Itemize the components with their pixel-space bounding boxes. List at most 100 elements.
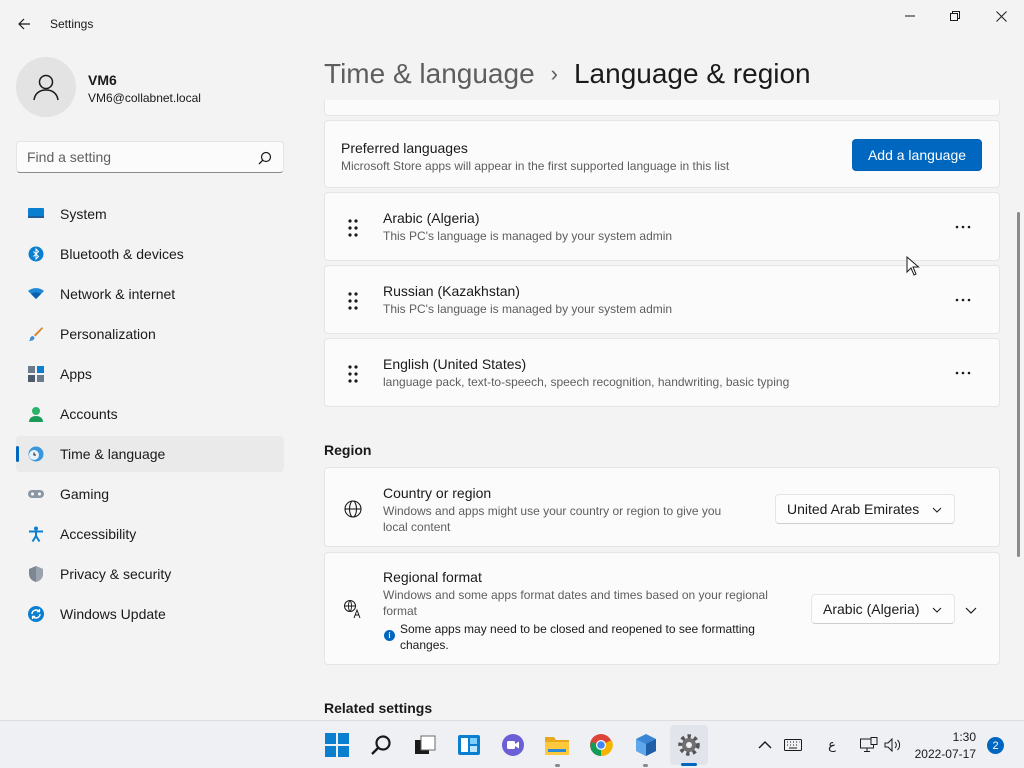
apps-icon (28, 366, 44, 382)
chevron-down-icon (932, 507, 942, 513)
sidebar-item-network[interactable]: Network & internet (16, 276, 284, 312)
settings-taskbar-button[interactable] (676, 732, 702, 758)
language-row[interactable]: Arabic (Algeria) This PC's language is m… (324, 192, 1000, 261)
language-row[interactable]: Russian (Kazakhstan) This PC's language … (324, 265, 1000, 334)
language-translate-icon (344, 600, 361, 619)
sidebar-item-gaming[interactable]: Gaming (16, 476, 284, 512)
dropdown-value: United Arab Emirates (787, 501, 920, 517)
touch-keyboard-button[interactable] (783, 735, 803, 755)
sidebar-item-bluetooth[interactable]: Bluetooth & devices (16, 236, 284, 272)
sidebar-item-personalization[interactable]: Personalization (16, 316, 284, 352)
previous-card (324, 100, 1000, 116)
regional-format-subtitle: format (383, 604, 418, 618)
search-icon[interactable] (257, 150, 273, 166)
language-name: Arabic (Algeria) (383, 210, 480, 226)
task-view-button[interactable] (412, 732, 438, 758)
page-title: Language & region (573, 58, 811, 89)
mouse-cursor-icon (906, 256, 920, 276)
country-region-subtitle: Windows and apps might use your country … (383, 504, 722, 518)
more-options-button[interactable] (949, 290, 977, 310)
refresh-icon (28, 606, 44, 622)
more-horizontal-icon (955, 371, 971, 375)
globe-icon (344, 500, 362, 518)
more-options-button[interactable] (949, 363, 977, 383)
restore-button[interactable] (932, 0, 978, 32)
regional-format-dropdown[interactable]: Arabic (Algeria) (811, 594, 955, 624)
chat-button[interactable] (500, 732, 526, 758)
drag-handle-icon[interactable] (345, 291, 361, 311)
show-hidden-icons-button[interactable] (755, 735, 775, 755)
country-region-dropdown[interactable]: United Arab Emirates (775, 494, 955, 524)
sidebar-item-windows-update[interactable]: Windows Update (16, 596, 284, 632)
clock-time[interactable]: 1:30 (944, 730, 976, 744)
drag-handle-icon[interactable] (345, 218, 361, 238)
running-indicator (643, 764, 648, 767)
monitor-icon (28, 208, 44, 218)
sidebar-item-accounts[interactable]: Accounts (16, 396, 284, 432)
restore-icon (950, 11, 960, 21)
search-icon (371, 735, 391, 755)
network-tray-icon[interactable] (859, 735, 879, 755)
add-language-button[interactable]: Add a language (852, 139, 982, 171)
language-row[interactable]: English (United States) language pack, t… (324, 338, 1000, 407)
dropdown-value: Arabic (Algeria) (823, 601, 920, 617)
app-button[interactable] (633, 732, 659, 758)
sidebar-item-label: System (60, 206, 107, 222)
start-button[interactable] (324, 732, 350, 758)
sidebar-item-time-language[interactable]: Time & language (16, 436, 284, 472)
more-options-button[interactable] (949, 217, 977, 237)
sidebar-item-label: Accounts (60, 406, 118, 422)
user-name: VM6 (88, 72, 117, 88)
regional-format-card[interactable]: Regional format Windows and some apps fo… (324, 552, 1000, 665)
content-scroll-area[interactable]: Preferred languages Microsoft Store apps… (324, 100, 1000, 720)
chevron-down-icon (965, 607, 977, 614)
sidebar-item-label: Time & language (60, 446, 166, 462)
file-explorer-button[interactable] (544, 732, 570, 758)
task-view-icon (415, 735, 436, 754)
more-horizontal-icon (955, 298, 971, 302)
gamepad-icon (28, 490, 44, 498)
drag-handle-icon[interactable] (345, 364, 361, 384)
preferred-languages-title: Preferred languages (341, 140, 468, 156)
expand-button[interactable] (957, 600, 985, 620)
country-region-title: Country or region (383, 485, 492, 501)
back-button[interactable] (12, 12, 36, 36)
taskbar-search-button[interactable] (368, 732, 394, 758)
chrome-icon (590, 734, 613, 757)
cube-app-icon (636, 734, 656, 756)
sidebar-item-label: Personalization (60, 326, 156, 342)
title-bar: Settings (0, 0, 1024, 48)
back-arrow-icon (18, 18, 30, 30)
selection-indicator (16, 446, 19, 462)
avatar[interactable] (16, 57, 76, 117)
regional-format-title: Regional format (383, 569, 482, 585)
minimize-button[interactable] (887, 0, 933, 32)
chat-camera-icon (502, 734, 524, 756)
sidebar-item-privacy[interactable]: Privacy & security (16, 556, 284, 592)
language-name: English (United States) (383, 356, 527, 372)
clock-globe-icon (28, 446, 44, 462)
search-box[interactable] (16, 141, 284, 173)
wifi-icon (28, 288, 44, 299)
sidebar-item-apps[interactable]: Apps (16, 356, 284, 392)
chrome-button[interactable] (588, 732, 614, 758)
info-message: Some apps may need to be closed and reop… (400, 622, 755, 636)
volume-tray-icon[interactable] (883, 735, 903, 755)
regional-format-subtitle: Windows and some apps format dates and t… (383, 588, 768, 602)
sidebar-item-label: Network & internet (60, 286, 176, 302)
notification-badge[interactable]: 2 (987, 737, 1004, 754)
search-input[interactable] (27, 148, 247, 166)
person-icon (33, 74, 59, 101)
folder-icon (545, 737, 569, 755)
input-indicator[interactable]: ع (822, 735, 842, 755)
country-region-subtitle: local content (383, 520, 451, 534)
sidebar-item-accessibility[interactable]: Accessibility (16, 516, 284, 552)
scrollbar-thumb[interactable] (1017, 212, 1020, 557)
sidebar-item-system[interactable]: System (16, 196, 284, 232)
widgets-button[interactable] (456, 732, 482, 758)
keyboard-icon (784, 739, 802, 751)
breadcrumb-parent-link[interactable]: Time & language (324, 58, 535, 90)
close-button[interactable] (978, 0, 1024, 32)
clock-date[interactable]: 2022-07-17 (906, 747, 976, 761)
language-detail: This PC's language is managed by your sy… (383, 229, 673, 243)
